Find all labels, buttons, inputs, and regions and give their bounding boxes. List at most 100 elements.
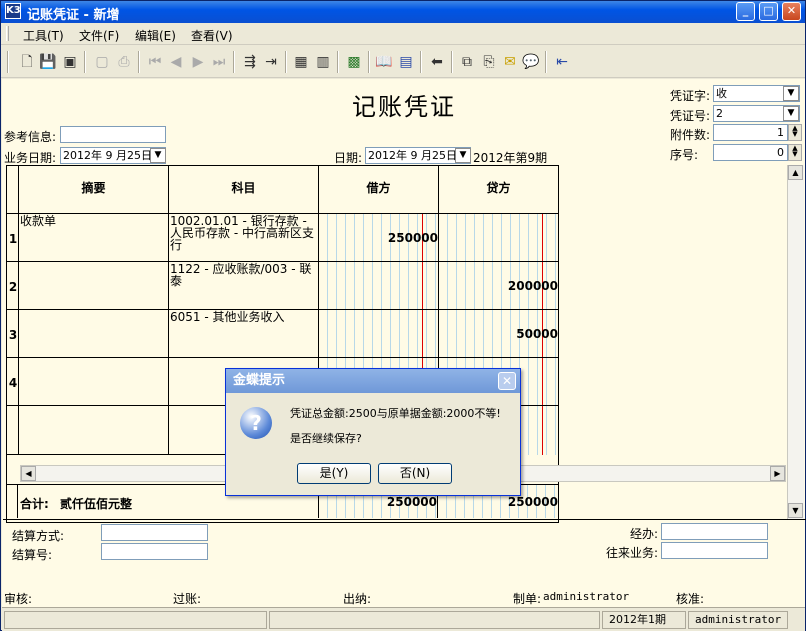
credit-cell[interactable]: 200000 xyxy=(439,262,559,310)
header-summary: 摘要 xyxy=(19,166,169,214)
preview-icon[interactable]: ▢ xyxy=(93,53,111,71)
settle-method-input[interactable] xyxy=(101,524,208,541)
debit-cell[interactable] xyxy=(319,310,439,358)
question-icon: ? xyxy=(240,407,272,439)
print-icon[interactable]: ⎙ xyxy=(115,53,133,71)
chevron-down-icon[interactable]: ▼ xyxy=(783,86,799,101)
maker-value: administrator xyxy=(543,590,630,603)
toolbar-separator xyxy=(420,51,422,73)
chevron-down-icon[interactable]: ▼ xyxy=(783,106,799,121)
menu-bar: 工具(T) 文件(F) 编辑(E) 查看(V) xyxy=(1,23,805,45)
toolbar-separator xyxy=(84,51,86,73)
account-cell[interactable]: 6051 - 其他业务收入 xyxy=(169,310,319,358)
row-number: 4 xyxy=(7,358,19,406)
save-icon[interactable]: 💾 xyxy=(39,53,57,71)
scroll-right-icon[interactable]: ▶ xyxy=(770,466,785,481)
ref-info-input[interactable] xyxy=(60,126,166,143)
grid-icon[interactable]: ▩ xyxy=(345,53,363,71)
post-label: 过账: xyxy=(173,592,202,606)
menu-grip xyxy=(6,26,9,41)
page-title: 记账凭证 xyxy=(352,93,456,121)
toolbar-separator xyxy=(233,51,235,73)
debit-cell[interactable] xyxy=(319,262,439,310)
header-credit: 贷方 xyxy=(439,166,559,214)
menu-file[interactable]: 文件(F) xyxy=(79,27,119,44)
voucher-no-label: 凭证号: xyxy=(670,109,711,123)
mail-icon[interactable]: ✉ xyxy=(501,53,519,71)
maker-label: 制单: xyxy=(513,592,542,606)
message-icon[interactable]: 💬 xyxy=(522,53,540,71)
save-all-icon[interactable]: ▣ xyxy=(61,53,79,71)
grid-corner xyxy=(7,166,19,214)
seq-input[interactable]: 0 xyxy=(713,144,788,161)
settle-no-input[interactable] xyxy=(101,543,208,560)
attachments-spinner[interactable]: ▲ ▼ xyxy=(788,124,802,141)
menu-tools[interactable]: 工具(T) xyxy=(23,27,64,44)
voucher-word-label: 凭证字: xyxy=(670,89,711,103)
chevron-down-icon[interactable]: ▼ xyxy=(455,148,471,163)
handler-input[interactable] xyxy=(661,523,768,540)
footer-divider xyxy=(3,519,806,520)
status-panel xyxy=(269,611,600,629)
toolbar: 🗋 💾 ▣ ▢ ⎙ ⏮ ◀ ▶ ⏭ ⇶ ⇥ ▦ ▥ ▩ 📖 ▤ ⬅ ⧉ ⎘ ✉ … xyxy=(1,46,805,78)
delete-row-icon[interactable]: ⇥ xyxy=(262,53,280,71)
last-icon[interactable]: ⏭ xyxy=(210,53,228,71)
total-row-gutter xyxy=(6,485,18,518)
dialog-title: 金蝶提示 xyxy=(226,369,520,393)
status-panel xyxy=(4,611,267,629)
toolbar-separator xyxy=(337,51,339,73)
toolbar-separator xyxy=(368,51,370,73)
attach-icon[interactable]: ⎘ xyxy=(480,53,498,71)
menu-view[interactable]: 查看(V) xyxy=(191,27,233,44)
handler-label: 经办: xyxy=(630,527,659,541)
row-number xyxy=(7,406,19,455)
first-icon[interactable]: ⏮ xyxy=(146,53,164,71)
vertical-scrollbar[interactable]: ▲ ▼ xyxy=(787,165,804,520)
attachments-input[interactable]: 1 xyxy=(713,124,788,141)
insert-row-icon[interactable]: ⇶ xyxy=(241,53,259,71)
book-icon[interactable]: 📖 xyxy=(375,53,393,71)
biz-date-label: 业务日期: xyxy=(4,151,57,165)
exit-icon[interactable]: ⇤ xyxy=(553,53,571,71)
audit-label: 审核: xyxy=(4,592,33,606)
dialog-close-icon[interactable]: ✕ xyxy=(498,372,516,390)
close-button[interactable]: ✕ xyxy=(782,2,801,21)
summary-cell[interactable] xyxy=(19,406,169,455)
scroll-up-icon[interactable]: ▲ xyxy=(788,165,803,180)
next-icon[interactable]: ▶ xyxy=(189,53,207,71)
summary-cell[interactable] xyxy=(19,262,169,310)
scroll-down-icon[interactable]: ▼ xyxy=(788,503,803,518)
account-cell[interactable]: 1002.01.01 - 银行存款 - 人民币存款 - 中行高新区支行 xyxy=(169,214,319,262)
no-button[interactable]: 否(N) xyxy=(378,463,452,484)
summary-cell[interactable] xyxy=(19,358,169,406)
maximize-button[interactable]: □ xyxy=(759,2,778,21)
summary-cell[interactable] xyxy=(19,310,169,358)
copy-icon[interactable]: ⧉ xyxy=(458,53,476,71)
new-icon[interactable]: 🗋 xyxy=(18,53,36,71)
calculator-icon[interactable]: ▦ xyxy=(292,53,310,71)
back-icon[interactable]: ⬅ xyxy=(428,53,446,71)
credit-cell[interactable]: 50000 xyxy=(439,310,559,358)
header-debit: 借方 xyxy=(319,166,439,214)
credit-cell[interactable] xyxy=(439,214,559,262)
menu-edit[interactable]: 编辑(E) xyxy=(135,27,176,44)
yes-button[interactable]: 是(Y) xyxy=(297,463,371,484)
prev-icon[interactable]: ◀ xyxy=(167,53,185,71)
chevron-down-icon[interactable]: ▼ xyxy=(150,148,166,163)
partner-input[interactable] xyxy=(661,542,768,559)
scroll-left-icon[interactable]: ◀ xyxy=(21,466,36,481)
total-label: 合计: xyxy=(20,497,49,511)
card-icon[interactable]: ▤ xyxy=(397,53,415,71)
confirm-dialog: 金蝶提示 ✕ ? 凭证总金额:2500与原单据金额:2000不等! 是否继续保存… xyxy=(225,368,521,496)
ledger-icon[interactable]: ▥ xyxy=(314,53,332,71)
seq-label: 序号: xyxy=(670,148,699,162)
seq-spinner[interactable]: ▲ ▼ xyxy=(788,144,802,161)
summary-cell[interactable]: 收款单 xyxy=(19,214,169,262)
debit-cell[interactable]: 250000 xyxy=(319,214,439,262)
settle-no-label: 结算号: xyxy=(12,548,53,562)
toolbar-separator xyxy=(285,51,287,73)
account-cell[interactable]: 1122 - 应收账款/003 - 联泰 xyxy=(169,262,319,310)
period-text: 2012年第9期 xyxy=(473,151,548,165)
header-account: 科目 xyxy=(169,166,319,214)
minimize-button[interactable]: _ xyxy=(736,2,755,21)
